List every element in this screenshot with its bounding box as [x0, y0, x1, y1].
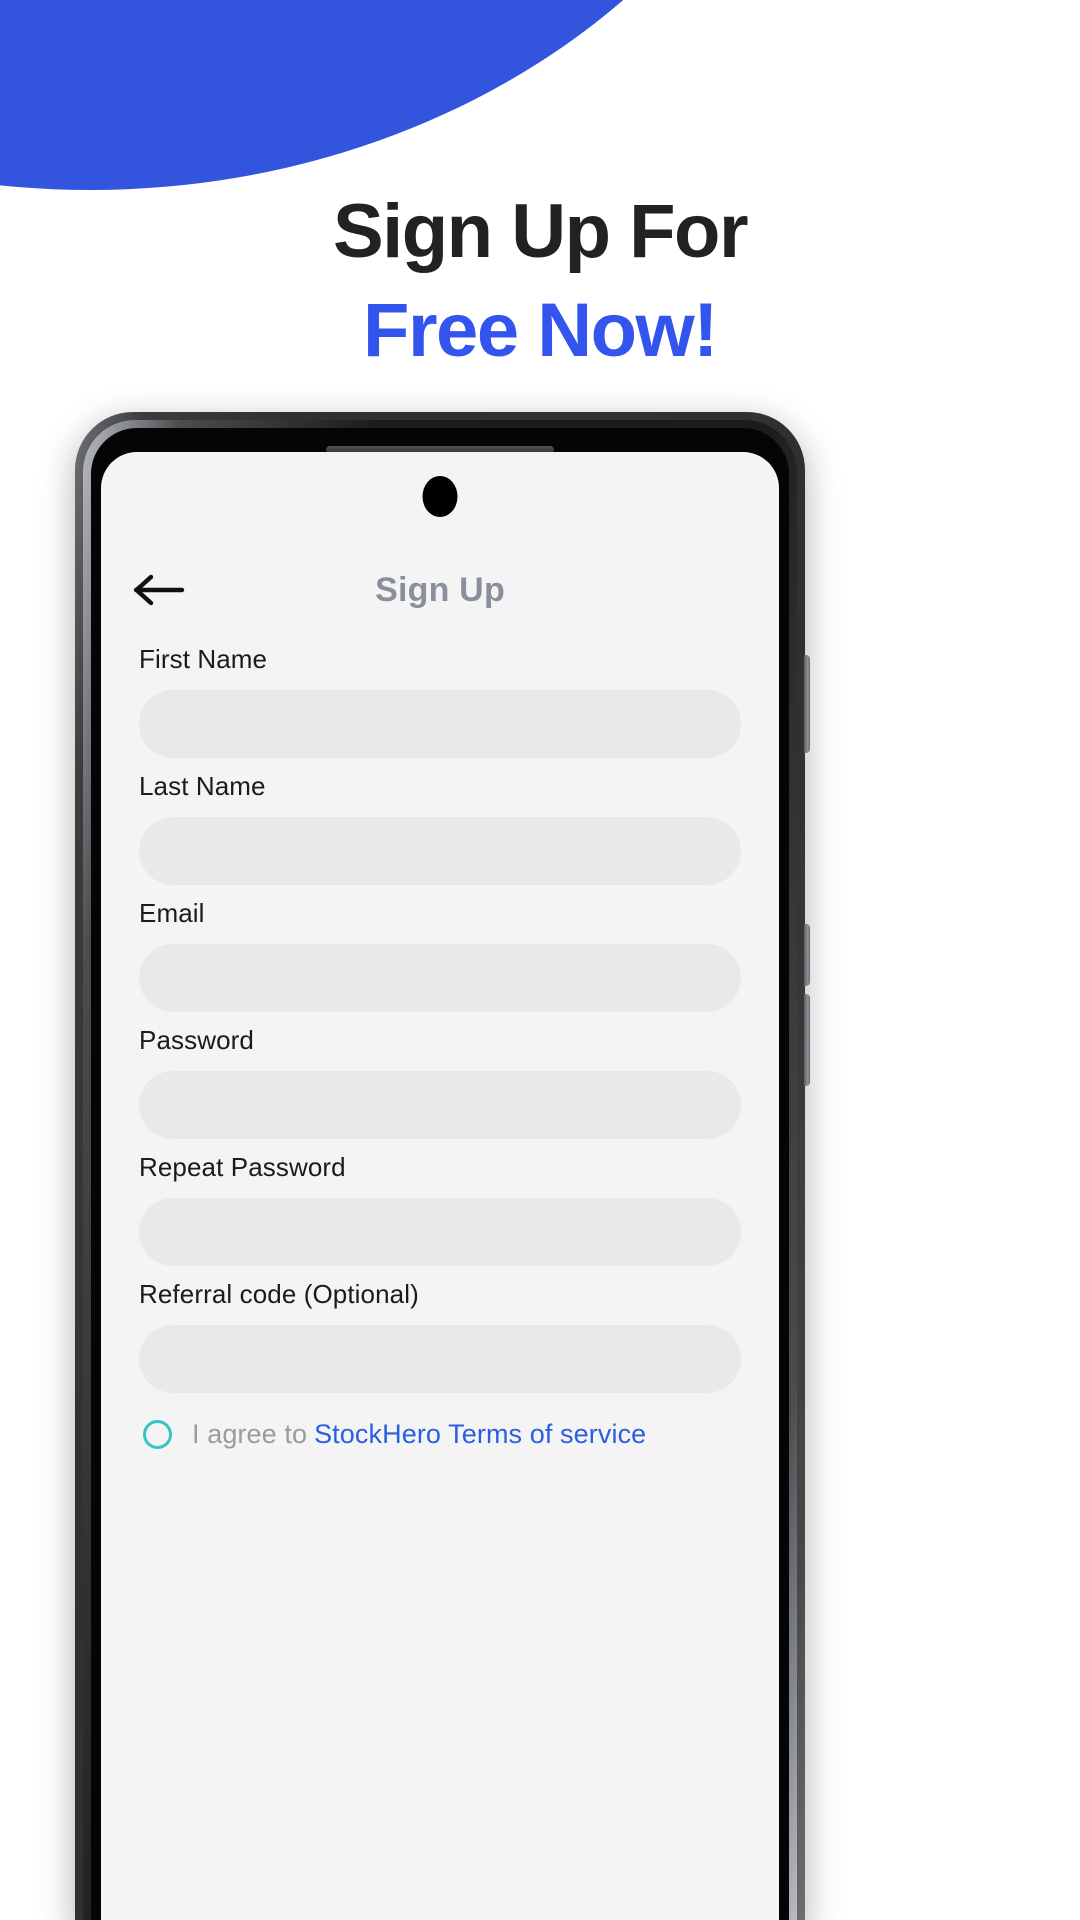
field-label-repeat-password: Repeat Password — [139, 1152, 346, 1182]
terms-prefix-text: I agree to — [192, 1419, 308, 1449]
headline-line-2: Free Now! — [363, 288, 718, 374]
terms-agreement-row[interactable]: I agree to StockHero Terms of service — [139, 1419, 741, 1450]
phone-device-mockup: Sign Up First Name Last Name Email Passw… — [75, 412, 810, 1920]
repeat-password-input[interactable] — [139, 1198, 741, 1266]
last-name-input[interactable] — [139, 817, 741, 885]
promo-headline: Sign Up For Free Now! — [0, 186, 1080, 376]
field-label-email: Email — [139, 898, 205, 928]
screenshot-root: Sign Up For Free Now! Sign Up First Name… — [0, 0, 1080, 1920]
field-repeat-password: Repeat Password — [139, 1152, 741, 1266]
field-label-last-name: Last Name — [139, 771, 266, 801]
field-first-name: First Name — [139, 644, 741, 758]
terms-of-service-link[interactable]: StockHero Terms of service — [314, 1419, 646, 1450]
email-input[interactable] — [139, 944, 741, 1012]
back-button[interactable] — [133, 570, 187, 610]
phone-side-button-volume-up[interactable] — [804, 655, 810, 753]
phone-side-button-volume-down[interactable] — [804, 924, 810, 986]
arrow-left-icon — [133, 573, 185, 607]
referral-code-input[interactable] — [139, 1325, 741, 1393]
front-camera-punch-hole — [422, 476, 458, 517]
app-header: Sign Up — [101, 560, 779, 620]
signup-form: First Name Last Name Email Password Repe — [101, 644, 779, 1450]
phone-side-button-power[interactable] — [804, 994, 810, 1086]
first-name-input[interactable] — [139, 690, 741, 758]
terms-checkbox[interactable] — [143, 1420, 172, 1449]
field-label-referral-code: Referral code (Optional) — [139, 1279, 419, 1309]
field-label-password: Password — [139, 1025, 254, 1055]
field-password: Password — [139, 1025, 741, 1139]
phone-screen: Sign Up First Name Last Name Email Passw… — [101, 452, 779, 1920]
field-last-name: Last Name — [139, 771, 741, 885]
field-referral-code: Referral code (Optional) — [139, 1279, 741, 1393]
field-label-first-name: First Name — [139, 644, 268, 674]
page-title: Sign Up — [375, 570, 505, 609]
field-email: Email — [139, 898, 741, 1012]
password-input[interactable] — [139, 1071, 741, 1139]
headline-line-1: Sign Up For — [332, 189, 749, 274]
blue-ellipse-shape — [0, 0, 840, 190]
